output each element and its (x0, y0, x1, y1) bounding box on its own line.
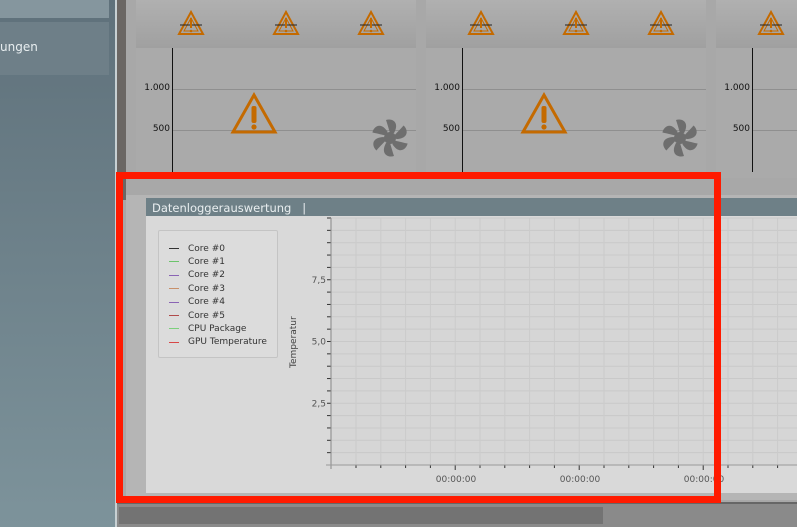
y-tick-label: 2,5 (312, 399, 326, 409)
horizontal-scrollbar[interactable] (117, 502, 797, 527)
x-tick-label: 00:00:00 (684, 475, 725, 485)
scrollbar-thumb[interactable] (119, 507, 603, 524)
chart: 2,5 5,0 7,5 00:00:00 00:00:00 00:00:00 (312, 217, 797, 485)
y-tick-label: 5,0 (312, 338, 327, 348)
y-tick-label: 7,5 (312, 276, 326, 286)
x-tick-label: 00:00:00 (560, 475, 601, 485)
x-tick-label: 00:00:00 (436, 475, 477, 485)
